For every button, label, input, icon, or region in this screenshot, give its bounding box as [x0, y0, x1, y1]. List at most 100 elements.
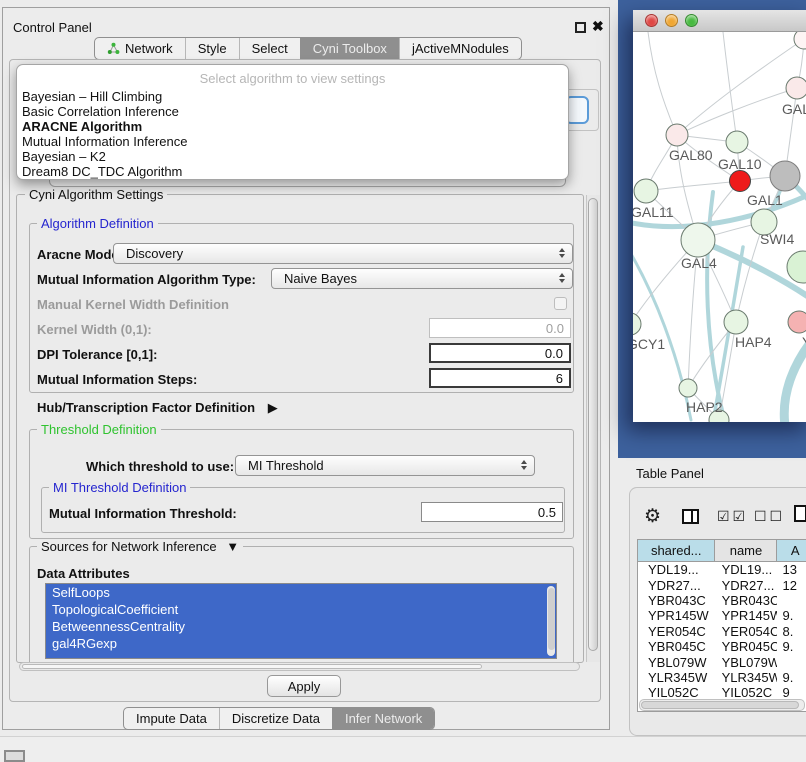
node-gray-hub[interactable]	[770, 161, 800, 191]
attribute-item-selected[interactable]: SelfLoops	[46, 584, 556, 601]
cell[interactable]: YLR345W	[638, 670, 716, 685]
algorithm-option[interactable]: Mutual Information Inference	[21, 134, 564, 149]
network-canvas[interactable]: GAL GAL80 GAL10 GAL11 GAL1 SWI4 GAL4 GCY…	[633, 32, 806, 422]
node-attribute-table: shared... name A YDL19... YDL19... 13 YD…	[637, 539, 806, 712]
table-row[interactable]: YER054C YER054C 8.	[638, 624, 806, 639]
node-gal11[interactable]	[634, 179, 658, 203]
cell[interactable]: 8.	[777, 624, 806, 639]
list-scrollbar-thumb[interactable]	[548, 588, 555, 650]
algorithm-option-selected[interactable]: ARACNE Algorithm	[21, 119, 564, 134]
column-header-shared[interactable]: shared...	[638, 540, 715, 562]
kernel-width-field[interactable]: 0.0	[429, 318, 571, 338]
cell[interactable]: 9.	[777, 670, 806, 685]
close-window-button[interactable]	[645, 14, 658, 27]
cell[interactable]: YPR145W	[716, 608, 778, 623]
column-header-name[interactable]: name	[715, 540, 777, 562]
tab-network[interactable]: Network	[95, 38, 185, 59]
attribute-item-selected[interactable]: TopologicalCoefficient	[46, 601, 556, 618]
node-hap2[interactable]	[679, 379, 697, 397]
minimize-window-button[interactable]	[665, 14, 678, 27]
network-window-titlebar[interactable]	[633, 10, 806, 32]
cell[interactable]: YDL19...	[638, 562, 716, 577]
mi-type-combobox[interactable]: Naive Bayes	[271, 268, 573, 289]
table-row[interactable]: YBR045C YBR045C 9.	[638, 639, 806, 654]
node-y-partial[interactable]	[788, 311, 806, 333]
gear-icon[interactable]: ⚙	[644, 505, 661, 528]
node-gal-partial[interactable]	[786, 77, 806, 99]
minimized-panel-icon[interactable]	[4, 750, 25, 762]
settings-hscrollbar-thumb[interactable]	[22, 664, 482, 669]
cell[interactable]: 13	[777, 562, 806, 577]
table-row[interactable]: YPR145W YPR145W 9.	[638, 608, 806, 623]
table-row[interactable]: YBR043C YBR043C	[638, 593, 806, 608]
document-icon[interactable]	[794, 505, 806, 522]
close-icon[interactable]: ✖	[592, 18, 604, 35]
algorithm-option[interactable]: Bayesian – Hill Climbing	[21, 89, 564, 104]
manual-kernel-checkbox[interactable]	[554, 297, 567, 310]
list-vertical-scrollbar[interactable]	[547, 586, 555, 656]
node-gal80[interactable]	[666, 124, 688, 146]
cell[interactable]: YDR27...	[716, 578, 778, 593]
apply-button[interactable]: Apply	[267, 675, 341, 697]
checked-boxes-icon[interactable]: ☑☑	[717, 508, 748, 525]
node-gal1-selected[interactable]	[730, 171, 751, 192]
cell[interactable]: YDR27...	[638, 578, 716, 593]
node-hap4[interactable]	[724, 310, 748, 334]
dpi-tolerance-field[interactable]: 0.0	[429, 343, 571, 363]
mi-steps-field[interactable]: 6	[429, 368, 571, 388]
settings-horizontal-scrollbar[interactable]	[19, 662, 580, 671]
cell[interactable]: YPR145W	[638, 608, 716, 623]
cell[interactable]: YBL079W	[638, 655, 716, 670]
node-gcy1[interactable]	[633, 313, 641, 335]
cell[interactable]: YDL19...	[716, 562, 778, 577]
table-row[interactable]: YDR27... YDR27... 12	[638, 577, 806, 592]
cell[interactable]: YER054C	[716, 624, 778, 639]
cell[interactable]: 9.	[777, 608, 806, 623]
columns-icon[interactable]	[682, 509, 699, 524]
node-gal10[interactable]	[726, 131, 748, 153]
network-view-window: GAL GAL80 GAL10 GAL11 GAL1 SWI4 GAL4 GCY…	[633, 10, 806, 422]
float-window-icon[interactable]	[575, 22, 586, 33]
sources-group-title[interactable]: Sources for Network Inference ▼	[37, 539, 243, 554]
aracne-mode-combobox[interactable]: Discovery	[113, 243, 573, 264]
tab-style[interactable]: Style	[185, 38, 239, 59]
node-gal4[interactable]	[681, 223, 715, 257]
cell[interactable]: YBR043C	[716, 593, 778, 608]
table-hscrollbar-thumb[interactable]	[641, 701, 799, 709]
attribute-item-selected[interactable]: BetweennessCentrality	[46, 618, 556, 635]
which-threshold-combobox[interactable]: MI Threshold	[235, 455, 535, 476]
unchecked-boxes-icon[interactable]: ☐☐	[754, 508, 785, 525]
table-row[interactable]: YLR345W YLR345W 9.	[638, 670, 806, 685]
settings-vertical-scrollbar[interactable]	[586, 195, 600, 662]
tab-jactivemnodules[interactable]: jActiveMNodules	[399, 38, 521, 59]
tab-infer-network[interactable]: Infer Network	[332, 708, 434, 729]
column-header-partial[interactable]: A	[777, 540, 806, 562]
tab-discretize-data[interactable]: Discretize Data	[219, 708, 332, 729]
tab-cyni-toolbox[interactable]: Cyni Toolbox	[300, 38, 399, 59]
attribute-item-selected[interactable]: gal4RGexp	[46, 635, 556, 652]
settings-scrollbar-thumb[interactable]	[588, 198, 598, 651]
table-row[interactable]: YBL079W YBL079W	[638, 654, 806, 669]
node-label: GAL11	[633, 204, 674, 220]
algorithm-option[interactable]: Dream8 DC_TDC Algorithm	[21, 164, 564, 179]
hub-definition-toggle[interactable]: Hub/Transcription Factor Definition ▶	[37, 400, 278, 416]
cell[interactable]: YLR345W	[716, 670, 778, 685]
tab-select[interactable]: Select	[239, 38, 300, 59]
node-label: GAL1	[747, 192, 783, 208]
mi-threshold-field[interactable]: 0.5	[421, 502, 563, 522]
cell[interactable]: YBR043C	[638, 593, 716, 608]
cell[interactable]: 12	[777, 578, 806, 593]
algorithm-option[interactable]: Bayesian – K2	[21, 149, 564, 164]
algorithm-option[interactable]: Basic Correlation Inference	[21, 104, 564, 119]
cell[interactable]: YER054C	[638, 624, 716, 639]
tab-impute-data[interactable]: Impute Data	[124, 708, 219, 729]
cell[interactable]: 9.	[777, 639, 806, 654]
cell[interactable]: YBR045C	[716, 639, 778, 654]
node-partial-top[interactable]	[794, 32, 806, 49]
node-partial-right[interactable]	[787, 251, 806, 283]
table-row[interactable]: YDL19... YDL19... 13	[638, 562, 806, 577]
cell[interactable]: YBR045C	[638, 639, 716, 654]
zoom-window-button[interactable]	[685, 14, 698, 27]
table-horizontal-scrollbar[interactable]	[639, 699, 805, 711]
cell[interactable]: YBL079W	[716, 655, 778, 670]
